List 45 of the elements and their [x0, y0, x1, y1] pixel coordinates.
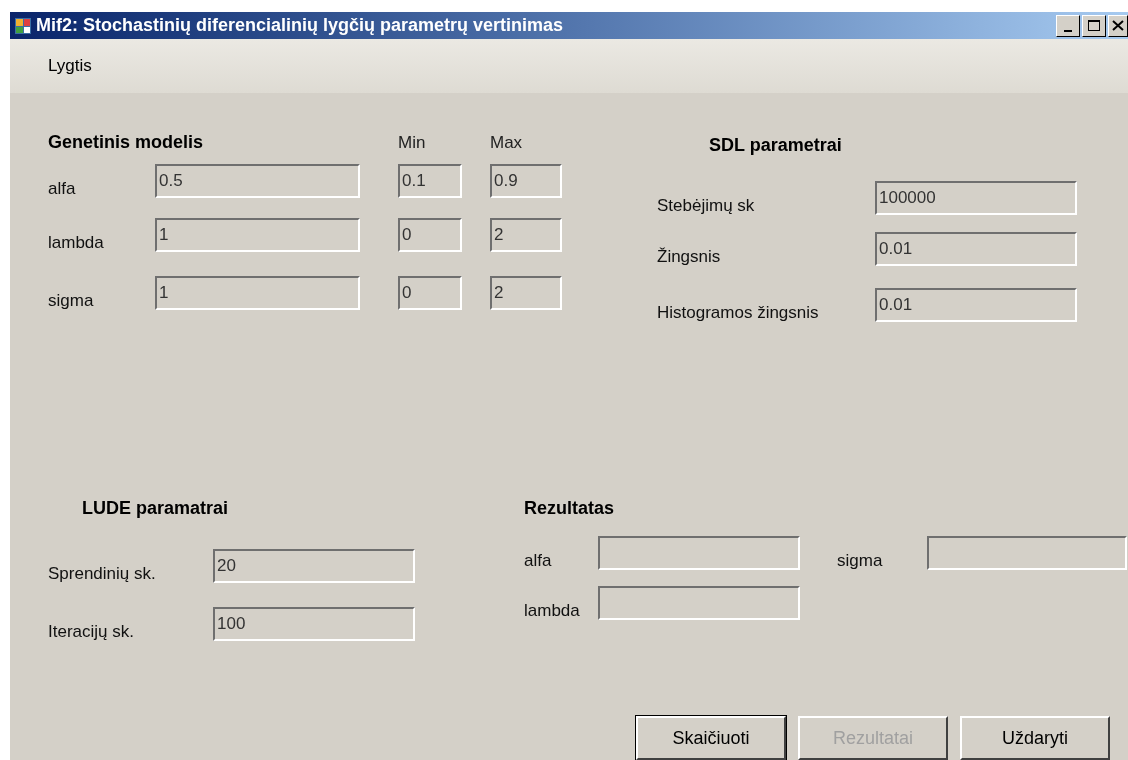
maximize-button[interactable]	[1082, 14, 1106, 37]
input-field[interactable]: 0.01	[875, 232, 1077, 266]
input-field[interactable]: 2	[490, 218, 562, 252]
minimize-icon	[1064, 29, 1072, 32]
field-label: Sprendinių sk.	[48, 563, 157, 585]
menu-item[interactable]: Lygtis	[48, 53, 92, 79]
field-label: Žingsnis	[657, 246, 722, 268]
app-icon	[14, 16, 32, 35]
window-title: Mif2: Stochastinių diferencialinių lygčių parametrų vertinimas	[36, 14, 564, 38]
close-icon	[1112, 20, 1124, 32]
field-label: sigma	[48, 289, 95, 312]
field-label: Stebėjimų sk	[657, 194, 756, 217]
close-button[interactable]	[1108, 14, 1128, 37]
input-field[interactable]: 0	[398, 275, 462, 310]
minimize-button[interactable]	[1056, 14, 1080, 37]
input-field[interactable]: 0.9	[490, 163, 562, 198]
field-label: Histogramos žingsnis	[657, 301, 820, 324]
input-field[interactable]: 20	[213, 549, 415, 583]
input-field[interactable]	[927, 536, 1127, 570]
input-field[interactable]: 100	[213, 606, 415, 641]
input-field[interactable]: 2	[490, 275, 562, 310]
input-field[interactable]: 1	[155, 275, 360, 310]
input-field[interactable]: 0	[398, 218, 462, 252]
input-field[interactable]: 0.1	[398, 163, 462, 198]
dialog-button[interactable]: Skaičiuoti	[636, 716, 786, 760]
input-field[interactable]	[598, 585, 800, 620]
column-header: Min	[398, 132, 427, 154]
section-heading: Genetinis modelis	[48, 130, 205, 154]
input-field[interactable]: 0.01	[875, 287, 1077, 322]
field-label: Iteracijų sk.	[48, 620, 135, 643]
input-field[interactable]: 100000	[875, 180, 1077, 215]
section-heading: Rezultatas	[524, 497, 616, 520]
field-label: alfa	[48, 177, 77, 200]
field-label: lambda	[524, 599, 581, 622]
section-heading: LUDE paramatrai	[81, 497, 230, 520]
field-label: alfa	[524, 550, 553, 572]
maximize-icon	[1088, 20, 1100, 32]
input-field[interactable]: 1	[155, 218, 360, 252]
input-field[interactable]	[598, 536, 800, 570]
field-label: sigma	[837, 550, 884, 572]
section-heading: SDL parametrai	[708, 133, 843, 157]
dialog-button[interactable]: Uždaryti	[960, 716, 1110, 760]
input-field[interactable]: 0.5	[155, 163, 360, 198]
field-label: lambda	[48, 232, 105, 254]
column-header: Max	[490, 132, 523, 154]
